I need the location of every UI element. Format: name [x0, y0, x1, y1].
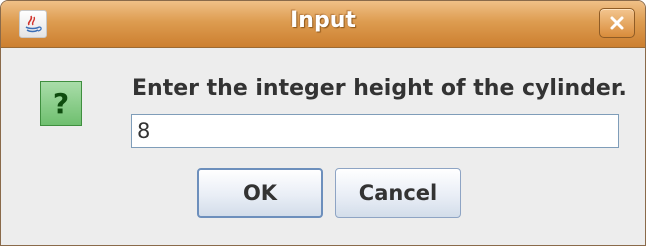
question-icon: ?: [40, 81, 82, 126]
height-input[interactable]: [131, 114, 619, 148]
window-title: Input: [290, 8, 356, 33]
close-button[interactable]: [599, 8, 635, 38]
close-icon: [610, 16, 624, 30]
input-dialog: Input ? Enter the integer height of the …: [0, 0, 646, 246]
ok-button[interactable]: OK: [197, 168, 323, 218]
prompt-message: Enter the integer height of the cylinder…: [132, 76, 627, 101]
cancel-button[interactable]: Cancel: [335, 168, 461, 218]
title-bar[interactable]: Input: [1, 1, 645, 48]
